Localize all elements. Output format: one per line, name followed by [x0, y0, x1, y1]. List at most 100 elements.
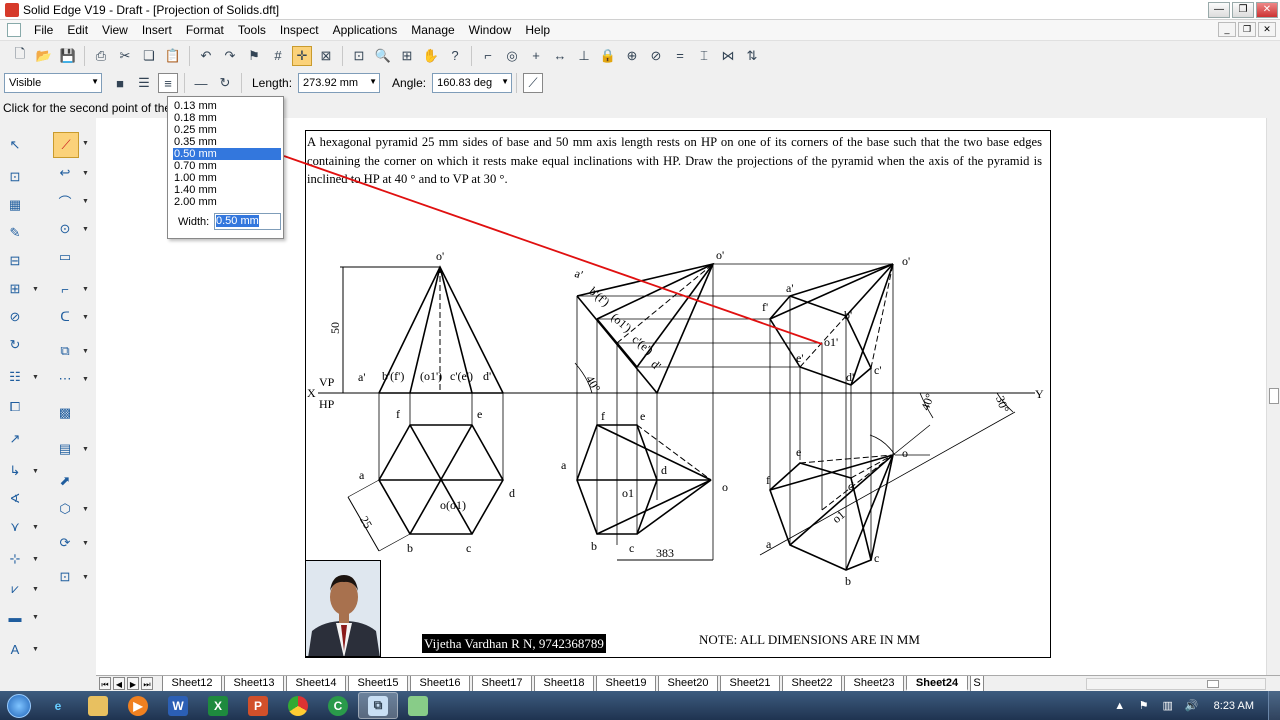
sheet-tab[interactable]: Sheet21 [720, 676, 780, 691]
horizontal-scrollbar[interactable] [1086, 678, 1266, 690]
dash-type-icon[interactable]: ☰ [134, 73, 154, 93]
taskbar-media-player[interactable]: ▶ [118, 692, 158, 719]
fit-icon[interactable]: ⊞ [397, 46, 417, 66]
sheet-tab[interactable]: Sheet18 [534, 676, 594, 691]
pan-icon[interactable]: ✋ [421, 46, 441, 66]
line-edit-icon[interactable]: ⬈ [54, 470, 76, 492]
circle-tool-icon[interactable]: ⊙ [54, 218, 76, 240]
zoom-area-icon[interactable]: ⊡ [349, 46, 369, 66]
line-mode-icon[interactable]: — [191, 73, 211, 93]
feature-control-icon[interactable]: ▬ [4, 606, 26, 628]
view-wizard-icon[interactable]: ⊡ [4, 166, 26, 188]
line-projection-icon[interactable]: ⟋ [523, 73, 544, 93]
hatch-tool-icon[interactable]: ▤ [54, 438, 76, 460]
width-option[interactable]: 1.40 mm [173, 184, 281, 196]
open-folder-icon[interactable]: 📂 [34, 46, 54, 66]
taskbar-chrome[interactable] [278, 692, 318, 719]
chevron-down-icon[interactable]: ▼ [82, 574, 89, 581]
relation-handles-icon[interactable]: ⇅ [742, 46, 762, 66]
cut-icon[interactable]: ✂ [115, 46, 135, 66]
intellisketch-icon[interactable]: ✛ [292, 45, 312, 66]
network-icon[interactable]: ▥ [1159, 699, 1177, 712]
menu-format[interactable]: Format [179, 23, 231, 37]
maximize-button[interactable]: ❐ [1232, 2, 1254, 18]
flag-icon[interactable]: ⚑ [244, 46, 264, 66]
first-sheet-button[interactable]: ⏮ [99, 677, 111, 690]
arc-tool-icon[interactable]: ⌒ [54, 190, 76, 212]
volume-icon[interactable]: 🔊 [1183, 699, 1201, 712]
chevron-down-icon[interactable]: ▼ [82, 170, 89, 177]
sheet-tab[interactable]: Sheet15 [348, 676, 408, 691]
equal-icon[interactable]: = [670, 46, 690, 66]
sheet-tab[interactable]: Sheet19 [596, 676, 656, 691]
doc-close-button[interactable]: ✕ [1258, 22, 1276, 37]
doc-minimize-button[interactable]: _ [1218, 22, 1236, 37]
line-style-select[interactable]: Visible ▼ [4, 73, 102, 93]
weld-symbol-icon[interactable]: ⩗ [4, 578, 26, 600]
tangent-icon[interactable]: ⊘ [646, 46, 666, 66]
sheet-tab[interactable]: Sheet12 [162, 676, 222, 691]
close-button[interactable]: ✕ [1256, 2, 1278, 18]
show-desktop-button[interactable] [1268, 691, 1280, 720]
new-file-icon[interactable]: 🗋 [10, 46, 30, 66]
redo-icon[interactable]: ↷ [220, 46, 240, 66]
menu-view[interactable]: View [95, 23, 135, 37]
last-sheet-button[interactable]: ⏭ [141, 677, 153, 690]
scrollbar-thumb[interactable] [1269, 388, 1279, 404]
broken-view-icon[interactable]: ⊘ [4, 306, 26, 328]
section-view-icon[interactable]: ⊟ [4, 250, 26, 272]
chevron-down-icon[interactable]: ▼ [32, 614, 39, 621]
smart-dimension-icon[interactable]: ↗ [4, 428, 26, 450]
tray-expand-icon[interactable]: ▲ [1111, 700, 1129, 712]
menu-help[interactable]: Help [518, 23, 557, 37]
width-option[interactable]: 0.70 mm [173, 160, 281, 172]
chevron-down-icon[interactable]: ▼ [32, 556, 39, 563]
sheet-tab[interactable]: Sheet23 [844, 676, 904, 691]
chevron-down-icon[interactable]: ▼ [32, 646, 39, 653]
chevron-down-icon[interactable]: ▼ [32, 468, 39, 475]
taskbar-solid-edge[interactable]: ⧉ [358, 692, 398, 719]
paste-icon[interactable]: 📋 [163, 46, 183, 66]
clock[interactable]: 8:23 AM [1214, 700, 1254, 712]
sheet-tab[interactable]: Sheet13 [224, 676, 284, 691]
angle-dimension-icon[interactable]: ∢ [4, 488, 26, 510]
taskbar-excel[interactable]: X [198, 692, 238, 719]
sketch-relations-icon[interactable]: ⊠ [316, 46, 336, 66]
taskbar-recorder[interactable]: C [318, 692, 358, 719]
sheet-tab[interactable]: Sheet22 [782, 676, 842, 691]
annotation-icon[interactable]: ⋎ [4, 516, 26, 538]
corner-icon[interactable]: ⌐ [478, 46, 498, 66]
menu-manage[interactable]: Manage [404, 23, 461, 37]
whats-this-icon[interactable]: ? [445, 46, 465, 66]
width-option[interactable]: 0.35 mm [173, 136, 281, 148]
chevron-down-icon[interactable]: ▼ [82, 376, 89, 383]
scrollbar-thumb[interactable] [1207, 680, 1219, 688]
parts-list-icon[interactable]: ☷ [4, 366, 26, 388]
chevron-down-icon[interactable]: ▼ [82, 226, 89, 233]
chevron-down-icon[interactable]: ▼ [82, 446, 89, 453]
width-option[interactable]: 2.00 mm [173, 196, 281, 208]
chevron-down-icon[interactable]: ▼ [82, 140, 89, 147]
update-views-icon[interactable]: ↻ [4, 334, 26, 356]
select-tool-icon[interactable]: ↖ [4, 134, 26, 156]
width-option-selected[interactable]: 0.50 mm [173, 148, 281, 160]
flag-icon[interactable]: ⚑ [1135, 699, 1153, 712]
undo-icon[interactable]: ↶ [196, 46, 216, 66]
chevron-down-icon[interactable]: ▼ [82, 348, 89, 355]
width-option[interactable]: 0.13 mm [173, 100, 281, 112]
minimize-button[interactable]: — [1208, 2, 1230, 18]
perpendicular-icon[interactable]: ⊥ [574, 46, 594, 66]
chevron-down-icon[interactable]: ▼ [82, 198, 89, 205]
sheet-tab[interactable]: Sheet17 [472, 676, 532, 691]
copy-icon[interactable]: ❏ [139, 46, 159, 66]
width-option[interactable]: 0.18 mm [173, 112, 281, 124]
connect-icon[interactable]: ↔ [550, 46, 570, 66]
prev-sheet-button[interactable]: ◀ [113, 677, 125, 690]
insert-image-icon[interactable]: ⊡ [54, 566, 76, 588]
next-sheet-button[interactable]: ▶ [127, 677, 139, 690]
sheet-tab[interactable]: Sheet14 [286, 676, 346, 691]
sheet-tab-active[interactable]: Sheet24 [906, 676, 968, 691]
vertical-scrollbar[interactable] [1266, 118, 1280, 675]
menu-file[interactable]: File [27, 23, 60, 37]
move-tool-icon[interactable]: ⧉ [54, 340, 76, 362]
